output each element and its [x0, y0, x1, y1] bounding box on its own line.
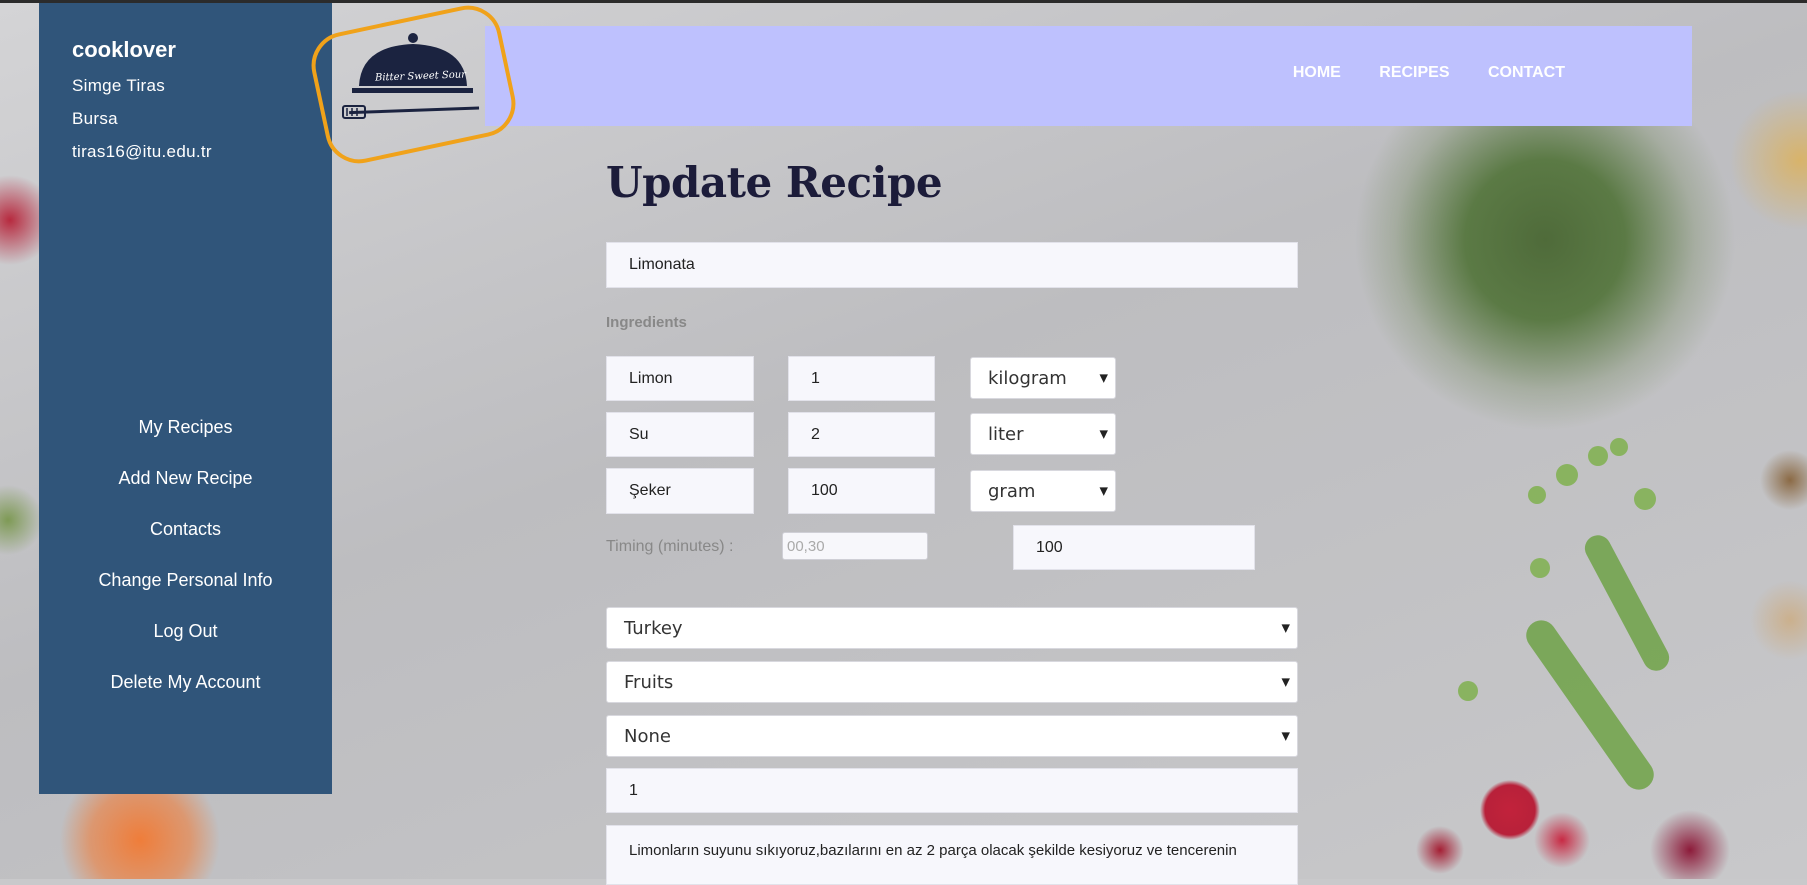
- user-city: Bursa: [72, 109, 118, 128]
- timing-input[interactable]: 00,30: [782, 532, 928, 560]
- sidebar-item-add-new-recipe[interactable]: Add New Recipe: [39, 457, 332, 508]
- sidebar-item-delete-account[interactable]: Delete My Account: [39, 661, 332, 712]
- ingredient-amount-input[interactable]: 2: [788, 412, 935, 457]
- servings-input[interactable]: 1: [606, 768, 1298, 813]
- ingredient-amount-input[interactable]: 1: [788, 356, 935, 401]
- option-select[interactable]: None ▼: [606, 715, 1298, 757]
- timing-label: Timing (minutes) :: [606, 538, 734, 555]
- ingredient-name-input[interactable]: Şeker: [606, 468, 754, 514]
- nav-contact-link[interactable]: CONTACT: [1488, 64, 1565, 81]
- chevron-down-icon: ▼: [1281, 729, 1290, 743]
- pea-decoration: [1588, 446, 1608, 466]
- chevron-down-icon: ▼: [1099, 427, 1108, 441]
- ingredient-unit-select[interactable]: gram ▼: [970, 470, 1116, 512]
- ingredient-unit-value: kilogram: [988, 367, 1067, 389]
- pea-decoration: [1634, 488, 1656, 510]
- ingredient-unit-value: gram: [988, 480, 1036, 502]
- timing-value-input[interactable]: 100: [1013, 525, 1255, 570]
- user-fullname: Simge Tiras: [72, 76, 166, 95]
- ingredient-amount-input[interactable]: 100: [788, 468, 935, 514]
- pea-decoration: [1528, 486, 1546, 504]
- category-select[interactable]: Fruits ▼: [606, 661, 1298, 703]
- category-select-value: Fruits: [624, 671, 674, 693]
- nav-recipes-link[interactable]: RECIPES: [1379, 64, 1449, 81]
- country-select-value: Turkey: [624, 617, 683, 639]
- site-logo[interactable]: Bitter Sweet Sour: [305, 0, 522, 170]
- cloche-icon: [342, 33, 480, 119]
- pea-decoration: [1556, 464, 1578, 486]
- chevron-down-icon: ▼: [1281, 675, 1290, 689]
- chevron-down-icon: ▼: [1281, 621, 1290, 635]
- pea-decoration: [1610, 438, 1628, 456]
- recipe-name-input[interactable]: Limonata: [606, 242, 1298, 288]
- nav-links: HOME RECIPES CONTACT: [1259, 64, 1565, 82]
- pea-decoration: [1530, 558, 1550, 578]
- top-navbar: HOME RECIPES CONTACT: [485, 26, 1692, 126]
- profile-info: cooklover Simge Tiras Bursa tiras16@itu.…: [72, 37, 212, 175]
- country-select[interactable]: Turkey ▼: [606, 607, 1298, 649]
- ingredient-name-input[interactable]: Limon: [606, 356, 754, 401]
- sidebar-item-change-personal-info[interactable]: Change Personal Info: [39, 559, 332, 610]
- ingredients-label: Ingredients: [606, 314, 687, 331]
- chevron-down-icon: ▼: [1099, 484, 1108, 498]
- user-email: tiras16@itu.edu.tr: [72, 142, 212, 161]
- nav-home-link[interactable]: HOME: [1293, 64, 1341, 81]
- ingredient-unit-select[interactable]: kilogram ▼: [970, 357, 1116, 399]
- description-textarea[interactable]: Limonların suyunu sıkıyoruz,bazılarını e…: [606, 825, 1298, 885]
- option-select-value: None: [624, 725, 671, 747]
- sidebar-item-contacts[interactable]: Contacts: [39, 508, 332, 559]
- sidebar-item-my-recipes[interactable]: My Recipes: [39, 406, 332, 457]
- chevron-down-icon: ▼: [1099, 371, 1108, 385]
- ingredient-unit-select[interactable]: liter ▼: [970, 413, 1116, 455]
- ingredient-unit-value: liter: [988, 423, 1024, 445]
- pea-decoration: [1458, 681, 1478, 701]
- sidebar-item-log-out[interactable]: Log Out: [39, 610, 332, 661]
- username: cooklover: [72, 37, 176, 62]
- page-title: Update Recipe: [606, 158, 943, 207]
- ingredient-name-input[interactable]: Su: [606, 412, 754, 457]
- sidebar-menu: My Recipes Add New Recipe Contacts Chang…: [39, 406, 332, 712]
- sidebar: cooklover Simge Tiras Bursa tiras16@itu.…: [39, 3, 332, 794]
